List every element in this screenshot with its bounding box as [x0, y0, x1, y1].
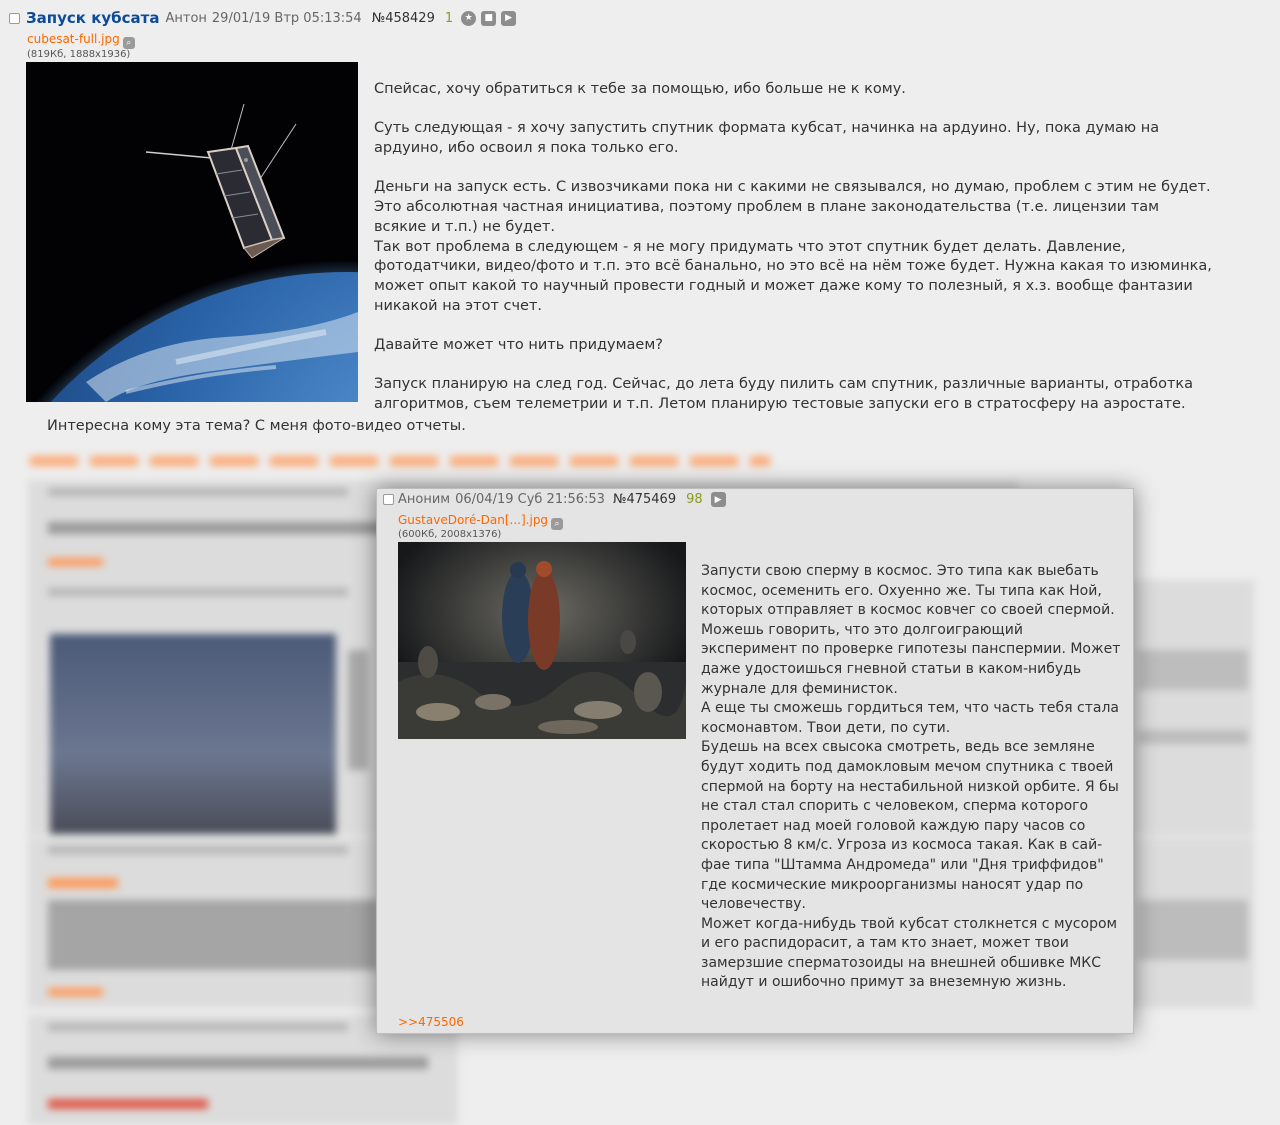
post-author: Аноним — [398, 492, 451, 507]
blurred-meta — [48, 488, 348, 496]
post-number[interactable]: №458429 — [372, 11, 435, 26]
op-paragraph: Суть следующая - я хочу запустить спутни… — [374, 120, 1160, 157]
op-paragraph: Спейсас, хочу обратиться к тебе за помощ… — [374, 81, 906, 97]
blurred-meta — [48, 846, 348, 854]
blurred-link — [48, 878, 118, 888]
op-message: Спейсас, хочу обратиться к тебе за помощ… — [374, 80, 1214, 435]
op-file-link[interactable]: cubesat-full.jpg — [27, 32, 120, 46]
op-header: Запуск кубсата Антон 29/01/19 Втр 05:13:… — [9, 9, 517, 27]
post-count: 1 — [444, 10, 454, 26]
post-menu-play-icon[interactable]: ▶ — [501, 10, 517, 26]
popup-file-link[interactable]: GustaveDoré-Dan[...].jpg — [398, 513, 548, 527]
blurred-text — [1138, 730, 1248, 744]
op-paragraph: Давайте может что нить придумаем? — [374, 337, 663, 354]
dore-illustration — [398, 542, 686, 739]
post-select-checkbox[interactable] — [9, 12, 20, 24]
post-select-checkbox[interactable] — [383, 494, 394, 505]
blurred-reply-links — [30, 456, 770, 466]
popup-image-dore-engraving[interactable] — [398, 542, 686, 739]
blurred-text — [348, 650, 368, 770]
post-count: 98 — [686, 492, 703, 507]
post-datetime: 29/01/19 Втр 05:13:54 — [211, 10, 362, 26]
favorite-star-icon[interactable]: ★ — [461, 10, 477, 26]
blurred-image — [50, 634, 336, 834]
blurred-text — [48, 1057, 428, 1069]
op-file-info: (819Кб, 1888x1936) — [27, 49, 131, 60]
reply-preview-popup[interactable]: Аноним 06/04/19 Суб 21:56:53 №475469 98 … — [376, 488, 1134, 1034]
thread-title: Запуск кубсата — [26, 9, 160, 27]
blurred-link — [48, 988, 103, 996]
cubesat-illustration — [26, 62, 358, 402]
blurred-link — [48, 558, 103, 566]
popup-file-info: (600Кб, 2008x1376) — [398, 529, 502, 540]
post-datetime: 06/04/19 Суб 21:56:53 — [455, 492, 605, 507]
post-menu-play-icon[interactable]: ▶ — [710, 492, 726, 507]
blurred-text — [48, 522, 408, 534]
op-last-line: Интересна кому эта тема? С меня фото-вид… — [47, 418, 466, 434]
hide-post-icon[interactable]: ■ — [481, 10, 497, 26]
blurred-text — [48, 900, 378, 970]
blurred-link — [48, 1099, 208, 1109]
op-file-name[interactable]: cubesat-full.jpg ⌕ — [27, 32, 135, 49]
op-paragraph: Деньги на запуск есть. С извозчиками пок… — [374, 179, 1212, 314]
blurred-text — [1138, 650, 1248, 690]
post-number[interactable]: №475469 — [613, 492, 676, 507]
op-paragraph: Запуск планирую на след год. Сейчас, до … — [374, 376, 1194, 413]
popup-message: Запусти свою сперму в космос. Это типа к… — [701, 563, 1121, 991]
op-image-cubesat[interactable] — [26, 62, 358, 402]
popup-file-name[interactable]: GustaveDoré-Dan[...].jpg ⌕ — [398, 513, 564, 530]
search-image-icon[interactable]: ⌕ — [551, 518, 564, 530]
blurred-meta — [48, 1023, 348, 1031]
blurred-meta — [48, 588, 348, 596]
blurred-text — [1138, 900, 1248, 960]
popup-header: Аноним 06/04/19 Суб 21:56:53 №475469 98 … — [383, 492, 726, 507]
search-image-icon[interactable]: ⌕ — [122, 37, 135, 49]
post-author: Антон — [165, 10, 207, 26]
popup-reply-link[interactable]: >>475506 — [398, 1015, 464, 1029]
